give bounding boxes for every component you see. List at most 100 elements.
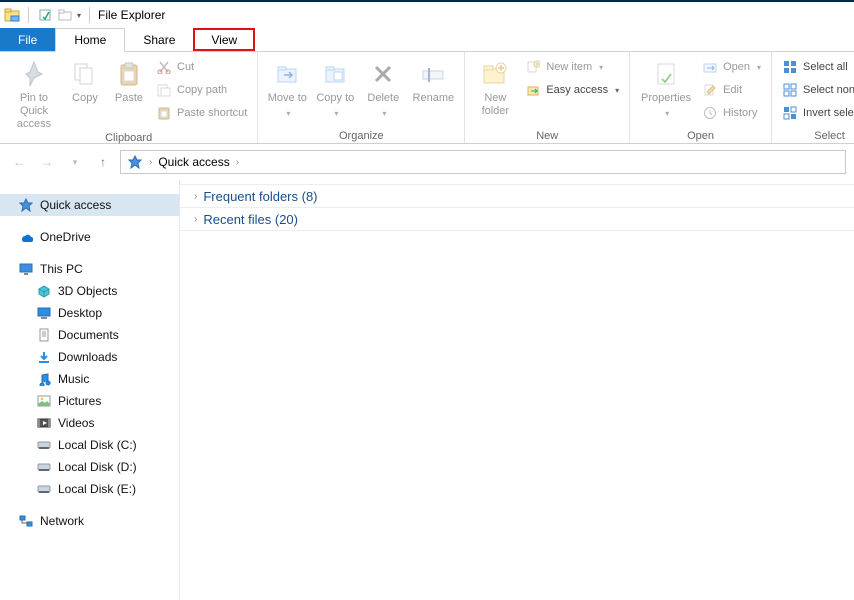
- move-to-icon: [271, 58, 303, 90]
- tree-3d-objects[interactable]: 3D Objects: [0, 280, 179, 302]
- tree-music[interactable]: Music: [0, 368, 179, 390]
- dropdown-caret-icon: ▾: [382, 107, 386, 120]
- dropdown-caret-icon: ▾: [757, 63, 761, 72]
- navigation-tree[interactable]: Quick access OneDrive This PC 3D Objects…: [0, 180, 180, 600]
- new-folder-button[interactable]: New folder: [471, 54, 519, 118]
- tree-downloads[interactable]: Downloads: [0, 346, 179, 368]
- videos-icon: [36, 415, 52, 431]
- invert-selection-button[interactable]: Invert selection: [778, 102, 854, 124]
- copy-icon: [69, 58, 101, 90]
- pin-to-quick-access-button[interactable]: Pin to Quick access: [6, 54, 62, 131]
- pictures-icon: [36, 393, 52, 409]
- recent-locations-button[interactable]: ▾: [64, 151, 86, 173]
- star-icon: [18, 197, 34, 213]
- quick-access-icon: [127, 154, 143, 170]
- move-to-button[interactable]: Move to ▾: [264, 54, 310, 120]
- body-split: Quick access OneDrive This PC 3D Objects…: [0, 180, 854, 600]
- qat-dropdown-icon[interactable]: ▾: [77, 11, 81, 20]
- tree-onedrive[interactable]: OneDrive: [0, 226, 179, 248]
- properties-icon: [650, 58, 682, 90]
- group-new: New folder New item ▾ Easy access ▾ New: [465, 52, 630, 143]
- address-bar[interactable]: › Quick access ›: [120, 150, 846, 174]
- easy-access-button[interactable]: Easy access ▾: [521, 79, 623, 101]
- dropdown-caret-icon: ▾: [615, 86, 619, 95]
- delete-button[interactable]: Delete ▾: [360, 54, 406, 120]
- tree-this-pc[interactable]: This PC: [0, 258, 179, 280]
- content-pane[interactable]: › Frequent folders (8) › Recent files (2…: [180, 180, 854, 600]
- edit-button[interactable]: Edit: [698, 79, 765, 101]
- music-icon: [36, 371, 52, 387]
- paste-shortcut-icon: [156, 105, 172, 121]
- desktop-icon: [36, 305, 52, 321]
- ribbon: Pin to Quick access Copy Paste Cut: [0, 52, 854, 144]
- title-bar: ▾ File Explorer: [0, 0, 854, 28]
- tree-videos[interactable]: Videos: [0, 412, 179, 434]
- network-icon: [18, 513, 34, 529]
- copy-path-button[interactable]: Copy path: [152, 79, 251, 101]
- group-recent-files[interactable]: › Recent files (20): [180, 207, 854, 231]
- tab-share[interactable]: Share: [125, 28, 193, 51]
- select-none-button[interactable]: Select none: [778, 79, 854, 101]
- downloads-icon: [36, 349, 52, 365]
- copy-button[interactable]: Copy: [64, 54, 106, 105]
- this-pc-icon: [18, 261, 34, 277]
- select-all-button[interactable]: Select all: [778, 56, 854, 78]
- dropdown-caret-icon: ▾: [334, 107, 338, 120]
- disk-icon: [36, 437, 52, 453]
- history-button[interactable]: History: [698, 102, 765, 124]
- tree-disk-c[interactable]: Local Disk (C:): [0, 434, 179, 456]
- new-item-icon: [525, 59, 541, 75]
- dropdown-caret-icon: ▾: [286, 107, 290, 120]
- quick-access-toolbar: ▾: [4, 2, 94, 28]
- paste-button[interactable]: Paste: [108, 54, 150, 105]
- disk-icon: [36, 481, 52, 497]
- tree-documents[interactable]: Documents: [0, 324, 179, 346]
- group-frequent-folders[interactable]: › Frequent folders (8): [180, 184, 854, 208]
- tree-disk-e[interactable]: Local Disk (E:): [0, 478, 179, 500]
- forward-button[interactable]: →: [36, 151, 58, 173]
- tab-home[interactable]: Home: [55, 28, 125, 52]
- copy-to-icon: [319, 58, 351, 90]
- paste-shortcut-button[interactable]: Paste shortcut: [152, 102, 251, 124]
- chevron-right-icon: ›: [194, 214, 197, 225]
- group-select: Select all Select none Invert selection …: [772, 52, 854, 143]
- invert-selection-icon: [782, 105, 798, 121]
- back-button[interactable]: ←: [8, 151, 30, 173]
- ribbon-tabs: File Home Share View: [0, 28, 854, 52]
- group-open: Properties ▾ Open ▾ Edit History Op: [630, 52, 772, 143]
- app-icon: [4, 7, 20, 23]
- tree-quick-access[interactable]: Quick access: [0, 194, 179, 216]
- chevron-right-icon[interactable]: ›: [236, 157, 239, 168]
- copy-path-icon: [156, 82, 172, 98]
- disk-icon: [36, 459, 52, 475]
- rename-icon: [417, 58, 449, 90]
- tab-file[interactable]: File: [0, 28, 55, 51]
- documents-icon: [36, 327, 52, 343]
- delete-icon: [367, 58, 399, 90]
- qat-properties-icon[interactable]: [37, 7, 53, 23]
- properties-button[interactable]: Properties ▾: [636, 54, 696, 120]
- open-button[interactable]: Open ▾: [698, 56, 765, 78]
- group-organize: Move to ▾ Copy to ▾ Delete ▾ Rename Orga…: [258, 52, 465, 143]
- tab-view[interactable]: View: [193, 28, 255, 51]
- tree-disk-d[interactable]: Local Disk (D:): [0, 456, 179, 478]
- cut-button[interactable]: Cut: [152, 56, 251, 78]
- breadcrumb-root[interactable]: Quick access: [158, 155, 229, 169]
- navigation-bar: ← → ▾ ↑ › Quick access ›: [0, 144, 854, 180]
- dropdown-caret-icon: ▾: [665, 107, 669, 120]
- up-button[interactable]: ↑: [92, 151, 114, 173]
- tree-network[interactable]: Network: [0, 510, 179, 532]
- chevron-right-icon: ›: [194, 191, 197, 202]
- tree-pictures[interactable]: Pictures: [0, 390, 179, 412]
- select-all-icon: [782, 59, 798, 75]
- new-folder-icon: [479, 58, 511, 90]
- new-item-button[interactable]: New item ▾: [521, 56, 623, 78]
- chevron-right-icon[interactable]: ›: [149, 157, 152, 168]
- window-title: File Explorer: [98, 8, 165, 22]
- open-icon: [702, 59, 718, 75]
- qat-newfolder-icon[interactable]: [57, 7, 73, 23]
- onedrive-icon: [18, 229, 34, 245]
- tree-desktop[interactable]: Desktop: [0, 302, 179, 324]
- rename-button[interactable]: Rename: [408, 54, 458, 105]
- copy-to-button[interactable]: Copy to ▾: [312, 54, 358, 120]
